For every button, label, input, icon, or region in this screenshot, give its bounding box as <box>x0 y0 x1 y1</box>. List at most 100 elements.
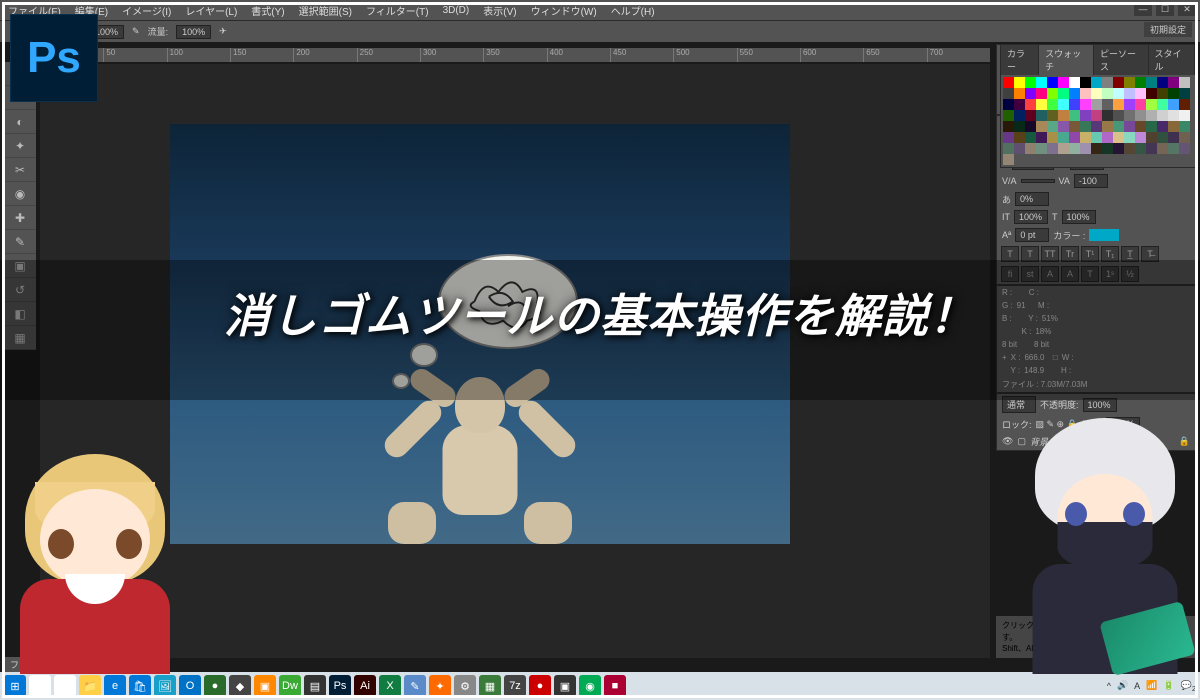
swatch[interactable] <box>1135 143 1146 154</box>
menu-3d[interactable]: 3D(D) <box>443 5 470 16</box>
swatch[interactable] <box>1168 77 1179 88</box>
swatch[interactable] <box>1146 132 1157 143</box>
taskbar-cortana[interactable] <box>29 675 51 697</box>
text-color-swatch[interactable] <box>1089 229 1119 241</box>
swatch[interactable] <box>1058 77 1069 88</box>
swatch[interactable] <box>1014 132 1025 143</box>
swatch[interactable] <box>1135 99 1146 110</box>
swatch[interactable] <box>1146 99 1157 110</box>
swatch[interactable] <box>1069 132 1080 143</box>
menu-view[interactable]: 表示(V) <box>483 3 516 18</box>
swatch[interactable] <box>1102 121 1113 132</box>
swatch[interactable] <box>1058 99 1069 110</box>
swatch[interactable] <box>1036 110 1047 121</box>
taskbar-ps[interactable]: Ps <box>329 675 351 697</box>
flow-field[interactable]: 100% <box>176 25 211 39</box>
swatch[interactable] <box>1003 88 1014 99</box>
swatch[interactable] <box>1091 143 1102 154</box>
swatch[interactable] <box>1113 88 1124 99</box>
swatch[interactable] <box>1025 110 1036 121</box>
swatch[interactable] <box>1014 77 1025 88</box>
heal-tool[interactable]: ✚ <box>4 206 36 230</box>
swatch[interactable] <box>1113 143 1124 154</box>
taskbar-edge[interactable]: e <box>104 675 126 697</box>
swatch[interactable] <box>1058 143 1069 154</box>
taskbar-app5[interactable]: ✎ <box>404 675 426 697</box>
swatch[interactable] <box>1036 77 1047 88</box>
swatch[interactable] <box>1146 88 1157 99</box>
swatch[interactable] <box>1069 88 1080 99</box>
swatch[interactable] <box>1014 110 1025 121</box>
swatch[interactable] <box>1069 143 1080 154</box>
taskbar-7z[interactable]: 7z <box>504 675 526 697</box>
swatch[interactable] <box>1124 121 1135 132</box>
source-tab[interactable]: ピーソース <box>1094 45 1148 75</box>
swatch[interactable] <box>1124 88 1135 99</box>
swatch[interactable] <box>1058 88 1069 99</box>
swatch[interactable] <box>1179 99 1190 110</box>
airbrush-icon[interactable]: ✈ <box>219 26 227 37</box>
tray-volume-icon[interactable]: 🔊 <box>1117 680 1128 691</box>
swatch[interactable] <box>1091 110 1102 121</box>
swatch[interactable] <box>1003 154 1014 165</box>
swatch[interactable] <box>1102 132 1113 143</box>
swatch[interactable] <box>1124 110 1135 121</box>
swatch[interactable] <box>1003 121 1014 132</box>
swatch[interactable] <box>1003 110 1014 121</box>
swatch[interactable] <box>1058 110 1069 121</box>
swatch[interactable] <box>1047 77 1058 88</box>
kerning-field[interactable] <box>1021 179 1055 183</box>
taskbar-xl[interactable]: X <box>379 675 401 697</box>
swatch[interactable] <box>1102 99 1113 110</box>
swatch[interactable] <box>1157 110 1168 121</box>
swatch[interactable] <box>1124 77 1135 88</box>
swatch[interactable] <box>1168 99 1179 110</box>
swatch[interactable] <box>1080 99 1091 110</box>
taskbar-explorer[interactable]: 📁 <box>79 675 101 697</box>
swatch[interactable] <box>1146 110 1157 121</box>
swatch[interactable] <box>1168 88 1179 99</box>
taskbar-app12[interactable]: ■ <box>604 675 626 697</box>
swatch[interactable] <box>1080 143 1091 154</box>
menu-select[interactable]: 選択範囲(S) <box>299 3 352 18</box>
swatch[interactable] <box>1025 143 1036 154</box>
swatch[interactable] <box>1146 77 1157 88</box>
swatch[interactable] <box>1179 77 1190 88</box>
swatch[interactable] <box>1003 77 1014 88</box>
swatch[interactable] <box>1080 121 1091 132</box>
pressure-opacity-icon[interactable]: ✎ <box>132 26 140 37</box>
swatch[interactable] <box>1047 143 1058 154</box>
swatch[interactable] <box>1124 132 1135 143</box>
swatch[interactable] <box>1113 77 1124 88</box>
swatch[interactable] <box>1146 121 1157 132</box>
swatch[interactable] <box>1069 121 1080 132</box>
swatch[interactable] <box>1014 88 1025 99</box>
swatch[interactable] <box>1157 143 1168 154</box>
taskbar-app7[interactable]: ⚙ <box>454 675 476 697</box>
menu-window[interactable]: ウィンドウ(W) <box>531 3 597 18</box>
swatch[interactable] <box>1135 121 1146 132</box>
color-tab[interactable]: カラー <box>1001 45 1039 75</box>
swatch[interactable] <box>1157 88 1168 99</box>
crop-tool[interactable]: ✂ <box>4 158 36 182</box>
lasso-tool[interactable]: ◐ <box>4 110 36 134</box>
tray-up-icon[interactable]: ^ <box>1107 681 1111 691</box>
taskbar-app6[interactable]: ✦ <box>429 675 451 697</box>
notification-icon[interactable]: 💬2 <box>1181 680 1196 693</box>
shift-field[interactable]: 0 pt <box>1015 228 1049 242</box>
swatch[interactable] <box>1014 121 1025 132</box>
swatch[interactable] <box>1179 132 1190 143</box>
swatch[interactable] <box>1113 99 1124 110</box>
swatch[interactable] <box>1036 99 1047 110</box>
taskbar-photos[interactable]: 🖼 <box>154 675 176 697</box>
taskbar-app2[interactable]: ◆ <box>229 675 251 697</box>
swatch[interactable] <box>1003 132 1014 143</box>
taskbar-app10[interactable]: ▣ <box>554 675 576 697</box>
swatch[interactable] <box>1113 121 1124 132</box>
swatch[interactable] <box>1003 143 1014 154</box>
swatch[interactable] <box>1003 99 1014 110</box>
minimize-button[interactable]: — <box>1134 2 1152 16</box>
swatch[interactable] <box>1058 121 1069 132</box>
swatch[interactable] <box>1102 88 1113 99</box>
swatch[interactable] <box>1069 99 1080 110</box>
